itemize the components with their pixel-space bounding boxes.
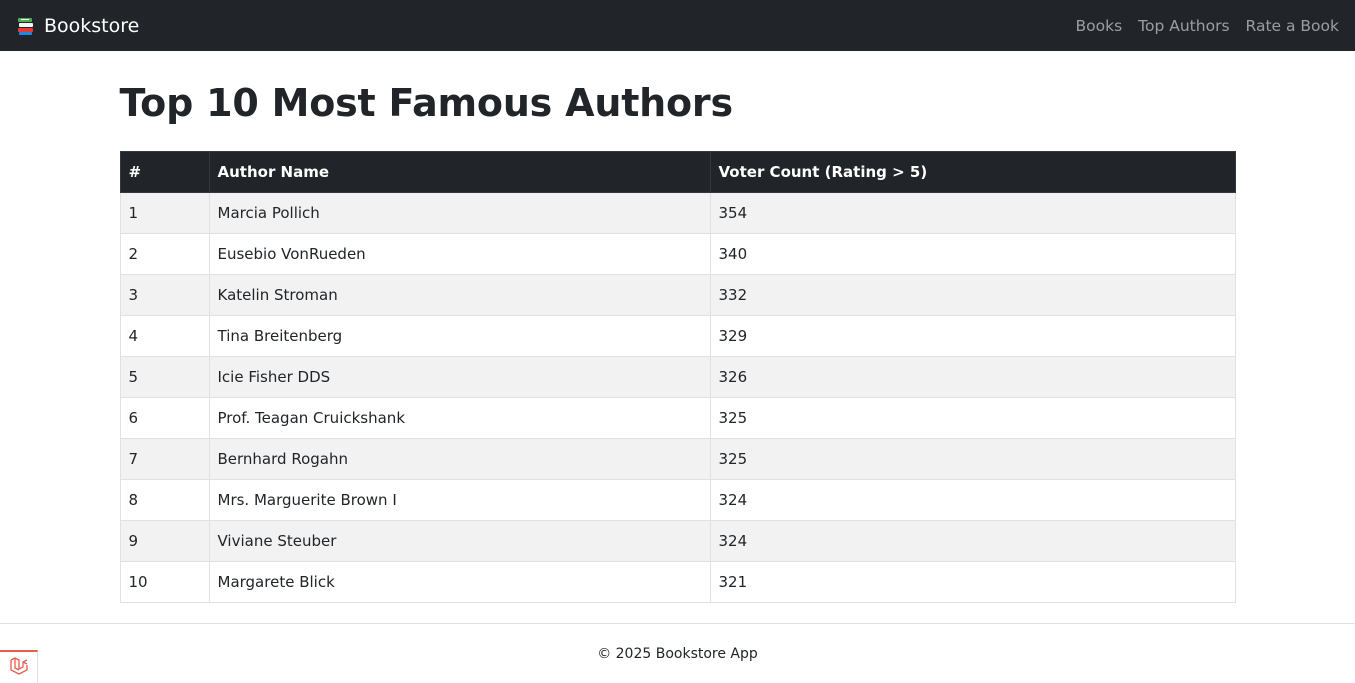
author-name-cell: Mrs. Marguerite Brown I [208,478,711,521]
rank-cell: 9 [119,519,210,562]
footer-copyright: © 2025 Bookstore App [597,645,758,662]
rank-cell: 2 [119,232,210,275]
voter-count-cell: 324 [709,519,1236,562]
rank-cell: 7 [119,437,210,480]
author-name-cell: Tina Breitenberg [208,314,711,357]
voter-count-cell: 325 [709,396,1236,439]
author-name-cell: Viviane Steuber [208,519,711,562]
laravel-icon [8,655,30,681]
nav-links: Books Top Authors Rate a Book [1060,17,1339,35]
table-row: 5 Icie Fisher DDS 326 [119,355,1236,398]
brand-link[interactable]: Bookstore [16,15,139,37]
voter-count-cell: 326 [709,355,1236,398]
brand-name: Bookstore [44,14,140,37]
author-name-cell: Katelin Stroman [208,273,711,316]
voter-count-cell: 324 [709,478,1236,521]
table-row: 3 Katelin Stroman 332 [119,273,1236,316]
books-icon [16,16,36,36]
debug-toolbar-button[interactable] [0,650,38,683]
nav-link-rate-a-book[interactable]: Rate a Book [1246,17,1339,35]
voter-count-cell: 325 [709,437,1236,480]
rank-cell: 10 [119,560,210,603]
header-voter-count: Voter Count (Rating > 5) [709,150,1236,193]
table-row: 10 Margarete Blick 321 [119,560,1236,603]
rank-cell: 1 [119,191,210,234]
table-row: 8 Mrs. Marguerite Brown I 324 [119,478,1236,521]
table-row: 9 Viviane Steuber 324 [119,519,1236,562]
table-row: 2 Eusebio VonRueden 340 [119,232,1236,275]
table-header-row: # Author Name Voter Count (Rating > 5) [119,150,1236,193]
footer: © 2025 Bookstore App [0,623,1355,683]
table-row: 6 Prof. Teagan Cruickshank 325 [119,396,1236,439]
rank-cell: 5 [119,355,210,398]
page-title: Top 10 Most Famous Authors [119,81,734,125]
voter-count-cell: 329 [709,314,1236,357]
author-name-cell: Bernhard Rogahn [208,437,711,480]
author-name-cell: Eusebio VonRueden [208,232,711,275]
nav-link-top-authors[interactable]: Top Authors [1138,17,1229,35]
voter-count-cell: 340 [709,232,1236,275]
rank-cell: 4 [119,314,210,357]
nav-link-books[interactable]: Books [1076,17,1123,35]
table-row: 7 Bernhard Rogahn 325 [119,437,1236,480]
main-content: Top 10 Most Famous Authors # Author Name… [119,51,1236,603]
header-rank: # [119,150,210,193]
rank-cell: 8 [119,478,210,521]
author-name-cell: Marcia Pollich [208,191,711,234]
author-name-cell: Margarete Blick [208,560,711,603]
rank-cell: 6 [119,396,210,439]
author-name-cell: Prof. Teagan Cruickshank [208,396,711,439]
authors-table: # Author Name Voter Count (Rating > 5) 1… [119,150,1236,603]
rank-cell: 3 [119,273,210,316]
voter-count-cell: 354 [709,191,1236,234]
voter-count-cell: 321 [709,560,1236,603]
navbar: Bookstore Books Top Authors Rate a Book [0,0,1355,51]
author-name-cell: Icie Fisher DDS [208,355,711,398]
header-author-name: Author Name [208,150,711,193]
table-row: 1 Marcia Pollich 354 [119,191,1236,234]
voter-count-cell: 332 [709,273,1236,316]
table-row: 4 Tina Breitenberg 329 [119,314,1236,357]
